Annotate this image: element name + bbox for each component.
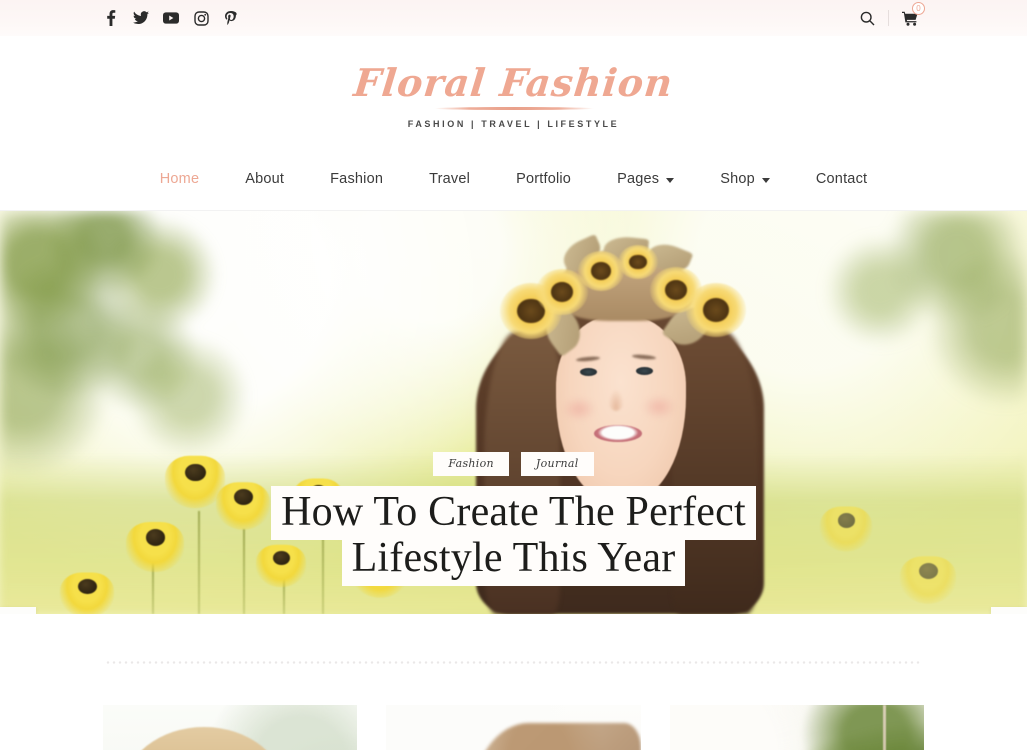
main-navigation: Home About Fashion Travel Portfolio Page… — [0, 148, 1027, 211]
twitter-icon[interactable] — [133, 10, 149, 26]
hero-category-tags: Fashion Journal — [0, 452, 1027, 476]
posts-section — [0, 614, 1027, 750]
subject-nose — [608, 389, 624, 411]
facebook-icon[interactable] — [103, 10, 119, 26]
nav-item-home[interactable]: Home — [137, 171, 222, 187]
nav-item-portfolio[interactable]: Portfolio — [493, 171, 594, 187]
post-card-grid — [103, 705, 924, 750]
subject-cheek — [562, 397, 596, 421]
logo-underline-flourish — [433, 107, 594, 110]
nav-label: About — [245, 171, 285, 187]
hero-caption: Fashion Journal How To Create The Perfec… — [0, 452, 1027, 586]
post-card[interactable] — [386, 705, 641, 750]
hero-next-button[interactable] — [991, 607, 1027, 614]
post-card-image — [669, 705, 924, 750]
top-bar: 0 — [0, 0, 1027, 36]
subject-cheek — [642, 395, 676, 419]
post-card-image — [103, 705, 358, 750]
social-links — [103, 10, 239, 26]
nav-item-shop[interactable]: Shop — [697, 171, 793, 187]
nav-item-travel[interactable]: Travel — [406, 171, 493, 187]
hero-prev-button[interactable] — [0, 607, 36, 614]
swing-rope — [882, 705, 886, 750]
nav-label: Travel — [429, 171, 471, 187]
subject-mouth — [594, 425, 642, 442]
coneflower — [60, 572, 114, 614]
search-icon[interactable] — [850, 0, 884, 36]
site-tagline: FASHION | TRAVEL | LIFESTYLE — [407, 119, 620, 129]
pinterest-icon[interactable] — [223, 10, 239, 26]
cart-icon[interactable]: 0 — [893, 0, 927, 36]
post-card-image — [386, 705, 641, 750]
nav-item-fashion[interactable]: Fashion — [307, 171, 406, 187]
subject-eye — [636, 367, 653, 375]
nav-label: Contact — [815, 171, 868, 187]
hero-tag-journal[interactable]: Journal — [520, 452, 594, 476]
site-logo[interactable]: Floral Fashion — [352, 60, 676, 105]
chevron-down-icon — [666, 177, 675, 183]
nav-label: Shop — [720, 171, 755, 187]
youtube-icon[interactable] — [163, 10, 179, 26]
subject-eye — [580, 368, 597, 376]
palm-leaves — [749, 705, 924, 750]
nav-item-pages[interactable]: Pages — [594, 171, 697, 187]
nav-label: Pages — [617, 171, 660, 187]
topbar-actions: 0 — [850, 0, 927, 36]
hero-title[interactable]: How To Create The Perfect Lifestyle This… — [0, 486, 1027, 586]
dotted-divider — [105, 661, 922, 664]
hero-tag-fashion[interactable]: Fashion — [433, 452, 509, 476]
flower-crown — [500, 233, 746, 357]
nav-label: Home — [159, 171, 200, 187]
cart-count-badge: 0 — [912, 2, 925, 15]
nav-label: Portfolio — [516, 171, 572, 187]
nav-item-about[interactable]: About — [222, 171, 307, 187]
toolbar-divider — [888, 10, 889, 26]
rock-formation — [470, 723, 641, 750]
post-card[interactable] — [669, 705, 924, 750]
crown-sunflower — [686, 283, 746, 337]
hero-title-line-2: Lifestyle This Year — [341, 532, 686, 586]
nav-item-contact[interactable]: Contact — [793, 171, 890, 187]
post-card[interactable] — [103, 705, 358, 750]
site-branding: Floral Fashion FASHION | TRAVEL | LIFEST… — [0, 36, 1027, 148]
straw-hat — [123, 727, 285, 750]
instagram-icon[interactable] — [193, 10, 209, 26]
nav-label: Fashion — [330, 171, 384, 187]
chevron-down-icon — [761, 177, 770, 183]
